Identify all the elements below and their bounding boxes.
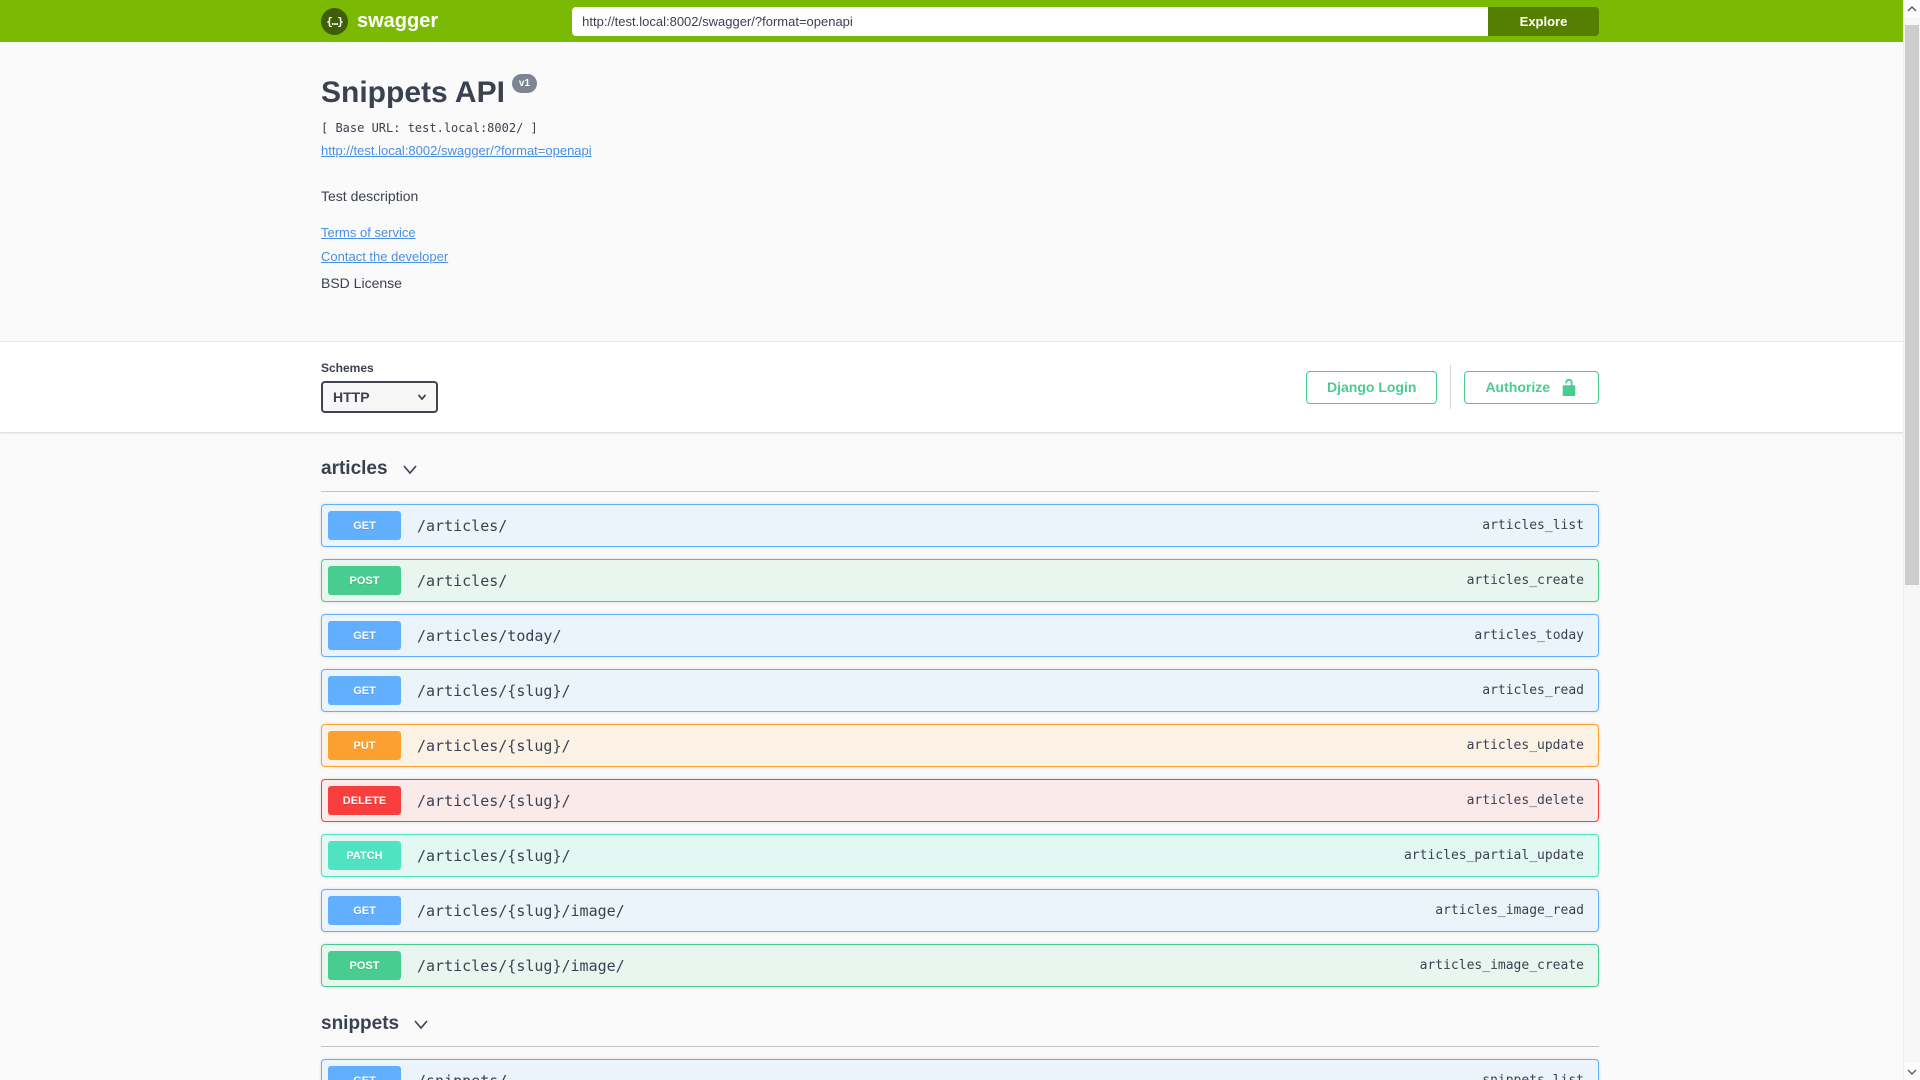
- operation-id: articles_update: [1466, 738, 1584, 753]
- operation-row[interactable]: POST /articles/ articles_create: [321, 559, 1599, 602]
- terms-of-service-link[interactable]: Terms of service: [321, 225, 416, 240]
- operation-path: /articles/{slug}/: [417, 681, 571, 700]
- operation-id: articles_list: [1482, 518, 1584, 533]
- method-badge: GET: [328, 1066, 401, 1080]
- method-badge: GET: [328, 896, 401, 925]
- operation-id: articles_partial_update: [1403, 848, 1584, 863]
- base-url-text: [ Base URL: test.local:8002/ ]: [321, 121, 538, 135]
- swagger-logo-icon: {…}: [321, 7, 348, 35]
- unlock-icon: [1562, 378, 1576, 396]
- operation-id: articles_today: [1474, 628, 1584, 643]
- tag-section: articles GET /articles/ articles_list PO…: [321, 458, 1599, 987]
- operation-path: /articles/{slug}/image/: [417, 901, 625, 920]
- swagger-brand[interactable]: {…} swagger: [321, 7, 439, 35]
- scrollbar-up-icon[interactable]: [1904, 0, 1920, 17]
- spec-url-input[interactable]: [572, 6, 1488, 36]
- operation-row[interactable]: PUT /articles/{slug}/ articles_update: [321, 724, 1599, 767]
- operation-row[interactable]: GET /articles/ articles_list: [321, 504, 1599, 547]
- license-text: BSD License: [321, 275, 402, 291]
- page-title: Snippets API: [321, 76, 505, 109]
- authorize-button[interactable]: Authorize: [1464, 370, 1599, 404]
- chevron-down-icon: [402, 465, 417, 475]
- operation-id: snippets_list: [1482, 1073, 1584, 1080]
- scrollbar-thumb[interactable]: [1905, 25, 1919, 585]
- tag-header[interactable]: snippets: [321, 1013, 431, 1035]
- operation-row[interactable]: PATCH /articles/{slug}/ articles_partial…: [321, 834, 1599, 877]
- schemes-block: Schemes HTTP: [321, 361, 438, 413]
- operation-id: articles_create: [1466, 573, 1584, 588]
- info-section: Snippets API v1 [ Base URL: test.local:8…: [0, 42, 1920, 342]
- scrollbar[interactable]: [1903, 0, 1920, 1080]
- tag-divider: [321, 491, 1599, 492]
- method-badge: PATCH: [328, 841, 401, 870]
- operation-id: articles_read: [1482, 683, 1584, 698]
- method-badge: POST: [328, 951, 401, 980]
- operation-path: /articles/{slug}/: [417, 791, 571, 810]
- operation-list: GET /snippets/ snippets_list: [321, 1059, 1599, 1080]
- brand-text: swagger: [357, 9, 439, 32]
- operation-path: /articles/{slug}/image/: [417, 956, 625, 975]
- version-badge: v1: [511, 74, 538, 93]
- scheme-bar: Schemes HTTP Django Login Authorize: [0, 342, 1920, 432]
- tag-name: articles: [321, 458, 388, 479]
- topbar: {…} swagger Explore: [0, 0, 1920, 42]
- operation-row[interactable]: GET /articles/today/ articles_today: [321, 614, 1599, 657]
- operation-path: /articles/today/: [417, 626, 562, 645]
- operation-row[interactable]: DELETE /articles/{slug}/ articles_delete: [321, 779, 1599, 822]
- tag-section: snippets GET /snippets/ snippets_list: [321, 1013, 1599, 1080]
- operation-row[interactable]: GET /articles/{slug}/ articles_read: [321, 669, 1599, 712]
- operation-path: /articles/{slug}/: [417, 736, 571, 755]
- method-badge: DELETE: [328, 786, 401, 815]
- explore-button[interactable]: Explore: [1488, 6, 1599, 36]
- method-badge: GET: [328, 511, 401, 540]
- auth-wrapper: Django Login Authorize: [1306, 365, 1599, 409]
- schemes-label: Schemes: [321, 361, 374, 375]
- tag-header[interactable]: articles: [321, 458, 420, 480]
- scheme-select[interactable]: HTTP: [321, 381, 438, 413]
- operation-id: articles_image_create: [1419, 958, 1584, 973]
- scrollbar-down-icon[interactable]: [1904, 1063, 1920, 1080]
- tag-divider: [321, 1046, 1599, 1047]
- operation-row[interactable]: POST /articles/{slug}/image/ articles_im…: [321, 944, 1599, 987]
- chevron-down-icon: [414, 1020, 428, 1030]
- tag-name: snippets: [321, 1013, 400, 1034]
- method-badge: GET: [328, 676, 401, 705]
- operation-list: GET /articles/ articles_list POST /artic…: [321, 504, 1599, 987]
- operation-path: /articles/: [417, 516, 508, 535]
- operation-path: /snippets/: [417, 1072, 507, 1080]
- contact-developer-link[interactable]: Contact the developer: [321, 249, 448, 264]
- operation-id: articles_delete: [1466, 793, 1584, 808]
- spec-url-form: Explore: [572, 6, 1599, 36]
- auth-divider: [1450, 365, 1452, 409]
- django-login-button[interactable]: Django Login: [1306, 370, 1438, 404]
- operation-row[interactable]: GET /snippets/ snippets_list: [321, 1059, 1599, 1080]
- django-login-label: Django Login: [1327, 379, 1417, 395]
- operation-id: articles_image_read: [1435, 903, 1584, 918]
- api-description: Test description: [321, 188, 419, 204]
- method-badge: GET: [328, 621, 401, 650]
- authorize-label: Authorize: [1485, 379, 1550, 395]
- spec-link[interactable]: http://test.local:8002/swagger/?format=o…: [321, 143, 592, 158]
- operation-row[interactable]: GET /articles/{slug}/image/ articles_ima…: [321, 889, 1599, 932]
- method-badge: PUT: [328, 731, 401, 760]
- operation-path: /articles/{slug}/: [417, 846, 571, 865]
- method-badge: POST: [328, 566, 401, 595]
- operations: articles GET /articles/ articles_list PO…: [321, 432, 1599, 1080]
- operation-path: /articles/: [417, 571, 508, 590]
